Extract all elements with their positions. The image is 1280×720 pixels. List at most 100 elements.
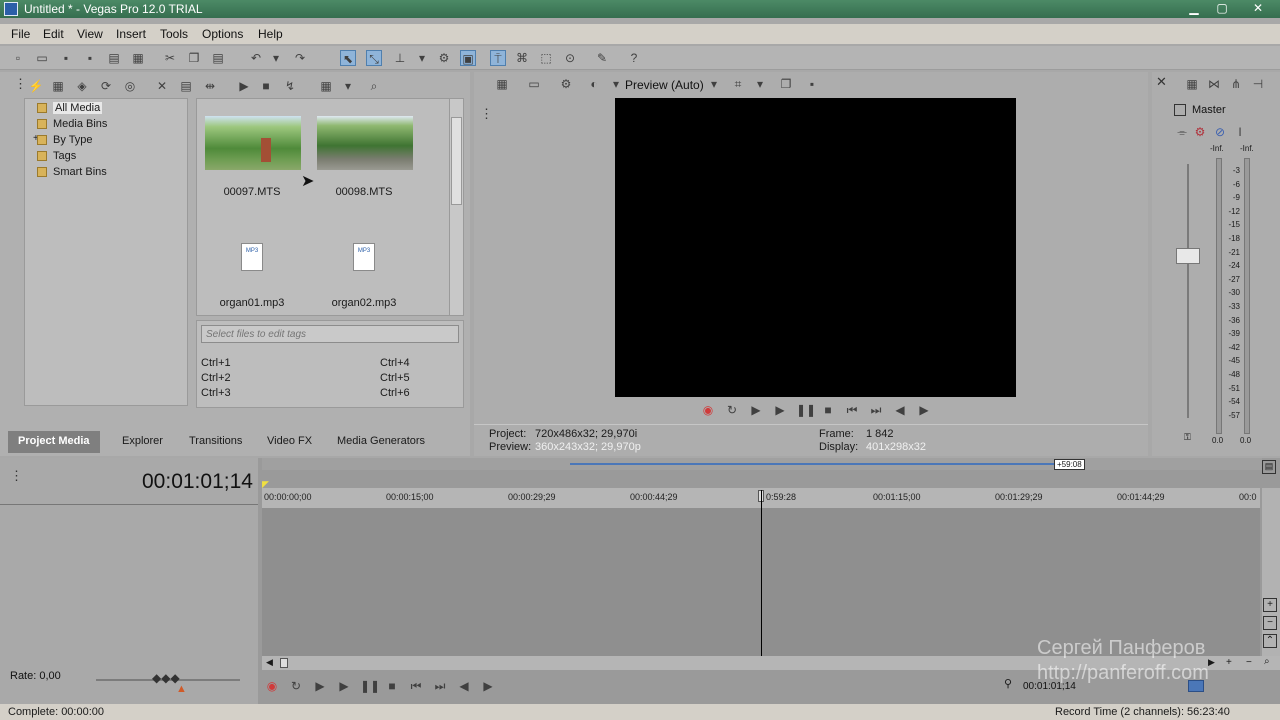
menu-file[interactable]: File — [11, 27, 30, 41]
scroll-right-icon[interactable]: ▶ — [1208, 657, 1215, 668]
loop-icon[interactable]: ↻ — [288, 678, 304, 694]
minimize-button[interactable]: ▁ — [1180, 0, 1208, 17]
record-icon[interactable]: ◉ — [700, 402, 716, 418]
scroll-left-icon[interactable]: ◀ — [266, 657, 273, 668]
go-to-end-icon[interactable]: ⏭ — [432, 678, 448, 694]
zoom-tool-icon[interactable]: ⌕ — [1264, 656, 1270, 667]
close-panel-icon[interactable]: ✕ — [1156, 74, 1167, 90]
dock-grip-icon[interactable]: ⋮ — [14, 76, 27, 92]
master-fx-icon[interactable]: ⚙ — [1192, 124, 1208, 140]
tree-item-tags[interactable]: Tags — [37, 150, 76, 164]
media-scrollbar[interactable] — [449, 99, 463, 315]
views-dropdown-icon[interactable]: ▾ — [340, 78, 356, 94]
master-fader-handle[interactable] — [1176, 248, 1200, 264]
auto-crossfade-icon[interactable]: ⍑ — [490, 50, 506, 66]
previous-frame-icon[interactable]: ◀ — [456, 678, 472, 694]
preview-quality-select[interactable]: Preview (Auto) — [625, 78, 704, 92]
import-media-icon[interactable]: ⚡ — [28, 78, 44, 94]
normal-edit-tool-icon[interactable]: ⬉ — [340, 50, 356, 66]
play-from-start-icon[interactable]: ▶ — [312, 678, 328, 694]
dock-grip-icon[interactable]: ⋮ — [480, 106, 493, 122]
loop-region-bar[interactable] — [570, 463, 1054, 465]
zoom-tool-icon[interactable]: ⊙ — [562, 50, 578, 66]
auto-ripple-icon[interactable]: ⚙ — [436, 50, 452, 66]
pause-icon[interactable]: ❚❚ — [796, 402, 816, 418]
preview-quality-dropdown-icon[interactable]: ▾ — [706, 76, 722, 92]
lock-envelopes-icon[interactable]: ▣ — [460, 50, 476, 66]
audio-file-icon[interactable]: MP3 — [353, 243, 375, 271]
mixer-options-icon[interactable]: I — [1232, 124, 1248, 140]
tree-item-smart-bins[interactable]: Smart Bins — [37, 166, 107, 180]
remove-media-icon[interactable]: ✕ — [154, 78, 170, 94]
fx-icon[interactable]: ⚙ — [558, 76, 574, 92]
online-help-icon[interactable]: ✎ — [594, 50, 610, 66]
scroll-up-icon[interactable]: ⌃ — [1263, 634, 1277, 648]
copy-icon[interactable]: ❐ — [186, 50, 202, 66]
tree-item-media-bins[interactable]: Media Bins — [37, 118, 107, 132]
stop-icon[interactable]: ■ — [384, 678, 400, 694]
media-thumbnail[interactable] — [317, 116, 413, 170]
snap-dropdown-icon[interactable]: ▾ — [414, 50, 430, 66]
properties-icon[interactable]: ▦ — [1184, 76, 1200, 92]
tab-explorer[interactable]: Explorer — [112, 431, 173, 453]
play-icon[interactable]: ▶ — [772, 402, 788, 418]
play-icon[interactable]: ▶ — [336, 678, 352, 694]
overlays-icon[interactable]: ⌗ — [730, 76, 746, 92]
media-thumbnail[interactable] — [205, 116, 301, 170]
next-frame-icon[interactable]: ▶ — [480, 678, 496, 694]
split-screen-icon[interactable]: ◐ — [586, 76, 602, 92]
tags-input[interactable] — [201, 325, 459, 343]
whats-this-icon[interactable]: ? — [626, 50, 642, 66]
record-icon[interactable]: ◉ — [264, 678, 280, 694]
play-from-start-icon[interactable]: ▶ — [748, 402, 764, 418]
media-fx-icon[interactable]: ◎ — [122, 78, 138, 94]
go-to-start-icon[interactable]: ⏮ — [844, 402, 860, 418]
tree-item-all-media[interactable]: All Media — [37, 102, 103, 116]
envelope-tool-icon[interactable]: ⤡ — [366, 50, 382, 66]
split-dropdown-icon[interactable]: ▾ — [608, 76, 624, 92]
mute-icon[interactable]: ⊘ — [1212, 124, 1228, 140]
maximize-button[interactable]: ▢ — [1208, 0, 1236, 17]
menu-edit[interactable]: Edit — [43, 27, 64, 41]
zoom-in-horizontal-icon[interactable]: + — [1226, 657, 1232, 668]
copy-snapshot-icon[interactable]: ❐ — [778, 76, 794, 92]
save-snapshot-icon[interactable]: ▪ — [804, 76, 820, 92]
selection-tool-icon[interactable]: ⬚ — [538, 50, 554, 66]
undo-dropdown-icon[interactable]: ▾ — [268, 50, 284, 66]
menu-tools[interactable]: Tools — [160, 27, 188, 41]
remove-unused-icon[interactable]: ▤ — [178, 78, 194, 94]
move-media-icon[interactable]: ⇹ — [202, 78, 218, 94]
tree-item-by-type[interactable]: + By Type — [33, 133, 93, 148]
redo-icon[interactable]: ↷ — [292, 50, 308, 66]
search-icon[interactable]: ⌕ — [366, 78, 382, 94]
zoom-out-vertical-icon[interactable]: − — [1263, 616, 1277, 630]
tab-video-fx[interactable]: Video FX — [257, 431, 322, 453]
snapping-icon[interactable]: ⊥ — [392, 50, 408, 66]
play-media-icon[interactable]: ▶ — [236, 78, 252, 94]
go-to-start-icon[interactable]: ⏮ — [408, 678, 424, 694]
audio-file-icon[interactable]: MP3 — [241, 243, 263, 271]
refresh-icon[interactable]: ⟳ — [98, 78, 114, 94]
stop-media-icon[interactable]: ■ — [258, 78, 274, 94]
save-icon[interactable]: ▪ — [58, 50, 74, 66]
tab-project-media[interactable]: Project Media — [8, 431, 100, 453]
external-monitor-icon[interactable]: ▭ — [526, 76, 542, 92]
render-icon[interactable]: ▤ — [106, 50, 122, 66]
go-to-end-icon[interactable]: ⏭ — [868, 402, 884, 418]
previous-frame-icon[interactable]: ◀ — [892, 402, 908, 418]
zoom-in-vertical-icon[interactable]: + — [1263, 598, 1277, 612]
downmix-icon[interactable]: ⋈ — [1206, 76, 1222, 92]
ignore-grouping-icon[interactable]: ⌘ — [514, 50, 530, 66]
tab-transitions[interactable]: Transitions — [179, 431, 252, 453]
views-icon[interactable]: ▦ — [318, 78, 334, 94]
timeline-vertical-scrollbar[interactable]: + − ⌃ — [1262, 488, 1280, 656]
paste-icon[interactable]: ▤ — [210, 50, 226, 66]
timeline-options-icon[interactable]: ▤ — [1262, 460, 1276, 474]
menu-options[interactable]: Options — [202, 27, 243, 41]
dock-grip-icon[interactable]: ⋮ — [10, 468, 23, 484]
menu-view[interactable]: View — [77, 27, 103, 41]
marker-bar[interactable]: ◤ +59:08 — [262, 458, 1262, 489]
new-project-icon[interactable]: ▫ — [10, 50, 26, 66]
project-properties-icon[interactable]: ▦ — [494, 76, 510, 92]
tab-media-generators[interactable]: Media Generators — [327, 431, 435, 453]
